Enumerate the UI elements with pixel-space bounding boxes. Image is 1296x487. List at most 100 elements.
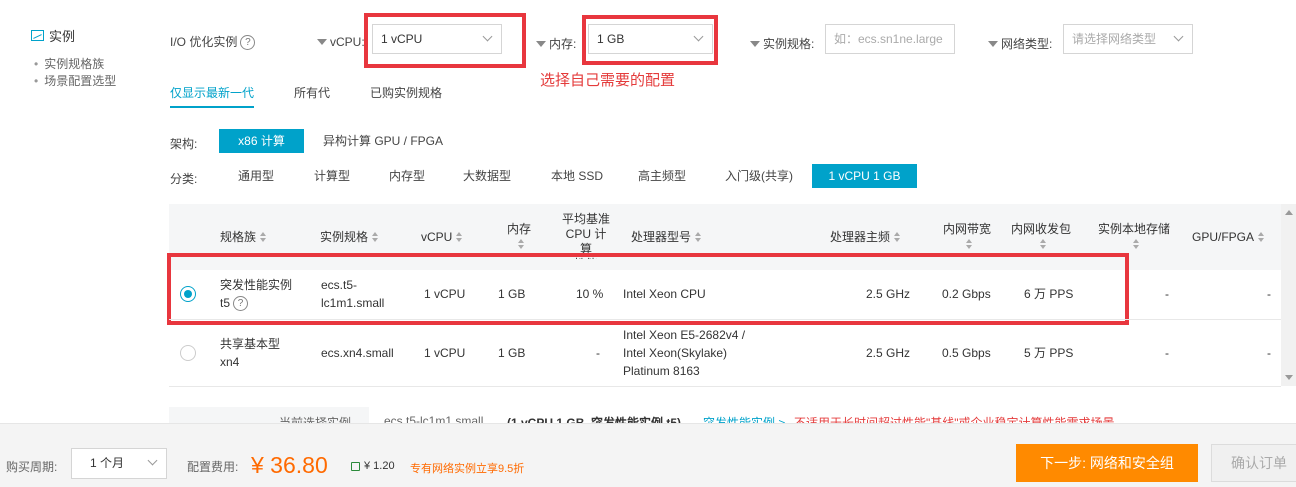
header-cpu-baseline[interactable]: 平均基准 CPU 计算 性能 [560, 212, 612, 259]
period-label: 购买周期: [6, 460, 58, 474]
header-net-bandwidth-text: 内网带宽 [943, 222, 992, 236]
tab-all-generations[interactable]: 所有代 [294, 84, 330, 101]
network-select-placeholder: 请选择网络类型 [1072, 32, 1157, 46]
spec-filter-label: 实例规格: [750, 35, 814, 52]
category-local-ssd[interactable]: 本地 SSD [539, 164, 615, 188]
row2-storage: - [1165, 346, 1169, 360]
filter-icon [750, 40, 760, 47]
memory-filter-label: 内存: [536, 35, 576, 52]
header-spec[interactable]: 实例规格 [320, 230, 379, 245]
header-cpu-baseline-line2: CPU 计算 [565, 227, 607, 256]
row2-processor-line1: Intel Xeon E5-2682v4 / [623, 328, 746, 342]
row2-gpu: - [1267, 346, 1271, 360]
category-entry-shared[interactable]: 入门级(共享) [713, 164, 805, 188]
category-general[interactable]: 通用型 [226, 164, 286, 188]
active-tab-underline [170, 106, 254, 108]
header-processor-freq-text: 处理器主频 [830, 230, 891, 244]
spec-input[interactable]: 如：ecs.sn1ne.large [825, 24, 955, 54]
row2-family: 共享基本型 xn4 [220, 335, 280, 371]
sidebar-item-scenario-selection[interactable]: 场景配置选型 [34, 73, 116, 90]
help-icon[interactable]: ? [240, 35, 256, 51]
category-memory[interactable]: 内存型 [377, 164, 437, 188]
header-local-storage-text: 实例本地存储 [1098, 222, 1171, 236]
row2-processor-line3: Platinum 8163 [623, 364, 700, 378]
sub-price: ¥ 1.20 [351, 460, 395, 472]
period-select[interactable]: 1 个月 [71, 448, 167, 479]
table-scrollbar[interactable] [1281, 204, 1296, 386]
sidebar-item-instance-family[interactable]: 实例规格族 [34, 56, 116, 73]
category-1vcpu-1gb[interactable]: 1 vCPU 1 GB [812, 164, 917, 188]
main-panel: I/O 优化实例? vCPU: 1 vCPU 内存: 1 GB 选择自己需要的配… [155, 0, 1296, 487]
vcpu-filter-label: vCPU: [317, 35, 365, 49]
header-processor-model[interactable]: 处理器型号 [631, 230, 702, 245]
row-divider [169, 319, 1281, 320]
sort-icon [260, 232, 267, 243]
header-cpu-baseline-line1: 平均基准 [561, 212, 610, 226]
header-spec-text: 实例规格 [320, 230, 369, 244]
category-label: 分类: [170, 172, 198, 186]
arch-label: 架构: [170, 137, 198, 151]
category-compute[interactable]: 计算型 [302, 164, 362, 188]
filter-icon [988, 40, 998, 47]
sort-icon [695, 232, 702, 243]
highlight-memory [582, 15, 718, 65]
next-network-security-button[interactable]: 下一步: 网络和安全组 [1016, 444, 1198, 482]
header-gpu-fpga[interactable]: GPU/FPGA [1192, 230, 1265, 245]
highlight-selected-row [167, 253, 1129, 325]
highlight-vcpu [364, 13, 526, 68]
sub-price-value: ¥ 1.20 [364, 460, 395, 472]
row2-pps: 5 万 PPS [1024, 346, 1074, 360]
header-local-storage[interactable]: 实例本地存储 [1098, 222, 1170, 252]
row2-spec: ecs.xn4.small [321, 346, 394, 360]
sidebar-title-text: 实例 [49, 29, 76, 44]
sort-icon [456, 232, 463, 243]
row-divider [169, 386, 1281, 387]
chevron-down-icon [147, 455, 158, 466]
sort-icon [1039, 239, 1047, 250]
header-vcpu-text: vCPU [421, 230, 453, 244]
arch-heterogeneous[interactable]: 异构计算 GPU / FPGA [311, 129, 455, 153]
coupon-icon [351, 461, 360, 471]
scroll-up-icon[interactable] [1285, 210, 1293, 215]
period-select-value: 1 个月 [90, 456, 125, 470]
network-select[interactable]: 请选择网络类型 [1063, 24, 1193, 54]
arch-x86[interactable]: x86 计算 [219, 129, 304, 153]
spec-label-text: 实例规格: [763, 37, 815, 51]
spec-input-placeholder: 如：ecs.sn1ne.large [834, 32, 943, 46]
sidebar: 实例 实例规格族 场景配置选型 [0, 0, 155, 487]
row2-bandwidth: 0.5 Gbps [942, 346, 991, 360]
row1-storage: - [1165, 287, 1169, 301]
scroll-down-icon[interactable] [1285, 375, 1293, 380]
tab-purchased-specs[interactable]: 已购实例规格 [370, 84, 442, 101]
fee-label: 配置费用: [187, 460, 239, 474]
sort-icon [517, 239, 525, 250]
header-processor-freq[interactable]: 处理器主频 [830, 230, 901, 245]
tab-latest-generation[interactable]: 仅显示最新一代 [170, 84, 254, 101]
row2-cpu-baseline: - [596, 346, 600, 360]
memory-label-text: 内存: [549, 37, 577, 51]
selection-summary: 当前选择实例 ecs.t5-lc1m1.small (1 vCPU 1 GB, … [169, 407, 1281, 423]
sidebar-list: 实例规格族 场景配置选型 [34, 56, 116, 90]
category-big-data[interactable]: 大数据型 [451, 164, 523, 188]
sort-icon [1132, 239, 1140, 250]
sort-icon [1258, 232, 1265, 243]
summary-desc: (1 vCPU 1 GB, 突发性能实例 t5) [507, 416, 682, 423]
io-optimized-text: I/O 优化实例 [170, 35, 238, 49]
summary-warning: 不适用于长时间超过性能"基线"或企业稳定计算性能需求场景 [794, 416, 1115, 423]
header-memory-text: 内存 [507, 222, 532, 236]
row1-gpu: - [1267, 287, 1271, 301]
header-net-bandwidth[interactable]: 内网带宽 [943, 222, 991, 252]
summary-label: 当前选择实例 [279, 416, 352, 423]
row2-family-line1: 共享基本型 [220, 337, 281, 351]
header-gpu-fpga-text: GPU/FPGA [1192, 230, 1255, 244]
price: ¥ 36.80 [251, 452, 328, 478]
header-family[interactable]: 规格族 [220, 230, 267, 245]
header-net-pps[interactable]: 内网收发包 [1011, 222, 1071, 252]
header-vcpu[interactable]: vCPU [421, 230, 463, 245]
category-high-frequency[interactable]: 高主频型 [626, 164, 698, 188]
network-label-text: 网络类型: [1001, 37, 1053, 51]
row-radio[interactable] [180, 345, 196, 361]
confirm-order-button[interactable]: 确认订单 [1211, 444, 1296, 482]
header-memory[interactable]: 内存 [507, 222, 531, 252]
summary-link[interactable]: 突发性能实例 > [703, 414, 785, 423]
